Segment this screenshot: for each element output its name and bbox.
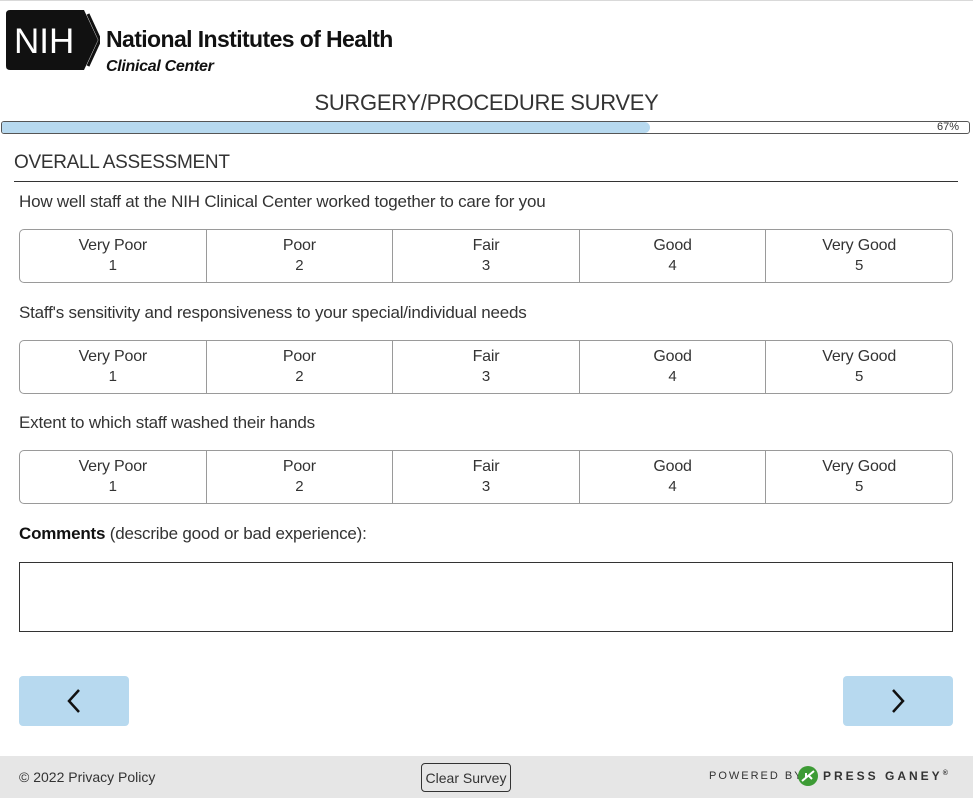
rating-option-value: 5	[855, 368, 864, 385]
rating-option[interactable]: Good 4	[578, 451, 766, 503]
rating-option[interactable]: Very Poor 1	[20, 230, 206, 282]
chevron-left-icon	[67, 689, 80, 713]
rating-option-label: Very Poor	[78, 458, 148, 475]
section-heading: OVERALL ASSESSMENT	[14, 152, 230, 173]
top-divider	[0, 0, 973, 1]
rating-option-label: Good	[653, 348, 692, 365]
chevron-right-icon	[892, 689, 905, 713]
footer: © 2022 Privacy Policy Clear Survey POWER…	[0, 756, 973, 798]
rating-option-value: 1	[108, 478, 117, 495]
press-ganey-logo: PRESS GANEY®	[823, 769, 948, 783]
rating-option-value: 3	[481, 368, 491, 385]
rating-option-value: 4	[668, 478, 677, 495]
rating-option[interactable]: Very Poor 1	[20, 341, 206, 393]
rating-option-value: 4	[668, 257, 677, 274]
powered-by-label: POWERED BY	[709, 770, 804, 782]
next-button[interactable]	[843, 676, 953, 726]
rating-option-value: 3	[481, 257, 491, 274]
rating-option[interactable]: Poor 2	[205, 341, 393, 393]
rating-option[interactable]: Good 4	[578, 230, 766, 282]
question-text: Extent to which staff washed their hands	[19, 413, 315, 432]
rating-option-label: Very Poor	[78, 237, 148, 254]
rating-option-label: Very Poor	[78, 348, 148, 365]
rating-option[interactable]: Very Good 5	[765, 341, 952, 393]
nih-logo-mark: NIH	[6, 10, 100, 70]
rating-option-label: Very Good	[822, 458, 897, 475]
question-text: How well staff at the NIH Clinical Cente…	[19, 192, 546, 211]
rating-option[interactable]: Fair 3	[392, 451, 579, 503]
rating-scale-q1: Very Poor 1 Poor 2 Fair 3 Good 4 Very Good 5	[19, 229, 953, 283]
rating-option-value: 2	[295, 257, 304, 274]
rating-scale-q2: Very Poor 1 Poor 2 Fair 3 Good 4 Very Good 5	[19, 340, 953, 394]
registered-mark: ®	[942, 770, 948, 777]
rating-option-value: 2	[295, 478, 304, 495]
rating-option[interactable]: Fair 3	[392, 230, 579, 282]
rating-option-label: Good	[653, 458, 692, 475]
rating-option-value: 2	[295, 368, 304, 385]
rating-option[interactable]: Fair 3	[392, 341, 579, 393]
rating-option-value: 5	[855, 257, 864, 274]
rating-option-label: Fair	[472, 237, 500, 254]
section-divider	[14, 181, 958, 182]
comments-label: Comments (describe good or bad experienc…	[19, 524, 367, 544]
org-subtitle: Clinical Center	[106, 58, 214, 75]
rating-option-label: Very Good	[822, 348, 897, 365]
rating-option-label: Fair	[472, 348, 500, 365]
rating-option-label: Poor	[282, 458, 316, 475]
rating-option-label: Fair	[472, 458, 500, 475]
rating-option-label: Good	[653, 237, 692, 254]
rating-option-value: 1	[108, 368, 117, 385]
question-text: Staff's sensitivity and responsiveness t…	[19, 303, 527, 322]
comments-label-hint: (describe good or bad experience):	[105, 524, 367, 543]
rating-option-label: Poor	[282, 348, 316, 365]
rating-option[interactable]: Very Good 5	[765, 451, 952, 503]
rating-option-label: Poor	[282, 237, 316, 254]
progress-fill	[2, 122, 650, 133]
rating-option[interactable]: Very Good 5	[765, 230, 952, 282]
press-ganey-leaf-icon	[798, 766, 818, 786]
org-name: National Institutes of Health	[106, 26, 393, 52]
rating-option[interactable]: Poor 2	[205, 451, 393, 503]
previous-button[interactable]	[19, 676, 129, 726]
rating-scale-q3: Very Poor 1 Poor 2 Fair 3 Good 4 Very Good 5	[19, 450, 953, 504]
rating-option[interactable]: Good 4	[578, 341, 766, 393]
rating-option-value: 3	[481, 478, 491, 495]
svg-text:NIH: NIH	[14, 22, 74, 61]
nih-logo: NIH National Institutes of Health Clinic…	[6, 10, 406, 75]
rating-option-label: Very Good	[822, 237, 897, 254]
clear-survey-button[interactable]: Clear Survey	[421, 763, 511, 792]
rating-option-value: 4	[668, 368, 677, 385]
privacy-policy-link[interactable]: © 2022 Privacy Policy	[19, 769, 155, 785]
progress-label: 67%	[936, 121, 959, 133]
press-ganey-name: PRESS GANEY	[823, 769, 943, 783]
rating-option-value: 1	[108, 257, 117, 274]
progress-bar: 67%	[1, 121, 970, 134]
comments-label-bold: Comments	[19, 524, 106, 543]
rating-option[interactable]: Poor 2	[205, 230, 393, 282]
survey-title: SURGERY/PROCEDURE SURVEY	[314, 90, 659, 115]
rating-option[interactable]: Very Poor 1	[20, 451, 206, 503]
comments-textarea[interactable]	[19, 562, 953, 632]
rating-option-value: 5	[855, 478, 864, 495]
